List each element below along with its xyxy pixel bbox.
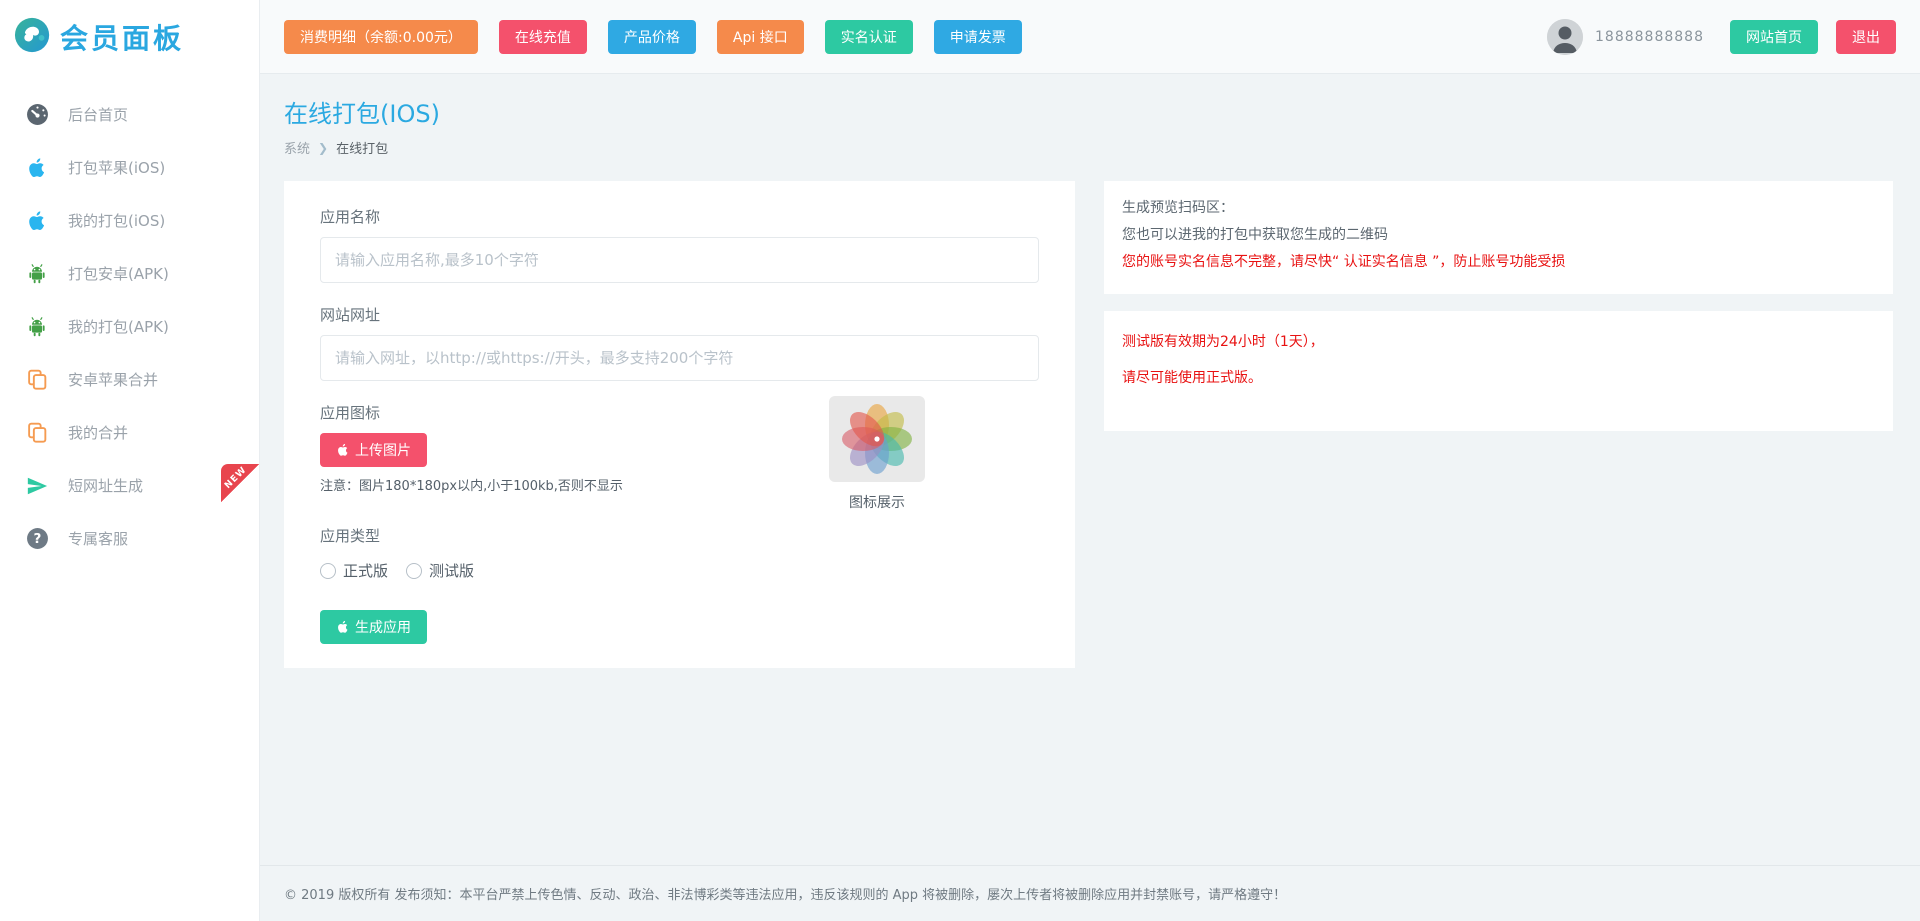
- app-icon-label: 应用图标: [320, 403, 1039, 423]
- brand-logo-icon: [14, 16, 52, 58]
- apple-icon: [24, 210, 50, 232]
- sidebar-item-my-packages-ios[interactable]: 我的打包(iOS): [0, 194, 259, 247]
- apple-icon: [336, 443, 350, 457]
- icon-preview-caption: 图标展示: [829, 492, 925, 512]
- app-type-label: 应用类型: [320, 526, 1039, 546]
- sidebar-item-support[interactable]: ? 专属客服: [0, 512, 259, 565]
- sidebar-item-merge[interactable]: 安卓苹果合并: [0, 353, 259, 406]
- sidebar-item-label: 短网址生成: [68, 475, 143, 496]
- user-phone: 18888888888: [1595, 29, 1704, 45]
- preview-panel: 生成预览扫码区： 您也可以进我的打包中获取您生成的二维码 您的账号实名信息不完整…: [1104, 181, 1893, 294]
- dashboard-icon: [24, 103, 50, 126]
- app-name-group: 应用名称: [320, 207, 1039, 283]
- sidebar-item-short-url[interactable]: 短网址生成 NEW: [0, 459, 259, 512]
- page-head: 在线打包(IOS) 系统 ❯ 在线打包: [260, 74, 1920, 157]
- notice-line2: 请尽可能使用正式版。: [1122, 367, 1875, 387]
- recharge-button[interactable]: 在线充值: [499, 20, 587, 54]
- sidebar-item-label: 专属客服: [68, 528, 128, 549]
- preview-line1: 生成预览扫码区：: [1122, 195, 1875, 222]
- app-type-options: 正式版 测试版: [320, 560, 1039, 581]
- upload-image-button[interactable]: 上传图片: [320, 433, 427, 467]
- apple-icon: [336, 620, 350, 634]
- breadcrumb-root[interactable]: 系统: [284, 138, 310, 157]
- right-column: 生成预览扫码区： 您也可以进我的打包中获取您生成的二维码 您的账号实名信息不完整…: [1104, 181, 1893, 668]
- user-area: 18888888888 网站首页 退出: [1547, 19, 1896, 55]
- package-form: 应用名称 网站网址 应用图标 上传图片 注意：图片180*180px以内,小于1…: [284, 181, 1075, 668]
- sidebar-item-package-ios[interactable]: 打包苹果(iOS): [0, 141, 259, 194]
- flower-preview-image: [829, 396, 925, 482]
- topbar: 消费明细（余额:0.00元） 在线充值 产品价格 Api 接口 实名认证 申请发…: [260, 0, 1920, 74]
- sidebar-item-label: 后台首页: [68, 104, 128, 125]
- panels: 应用名称 网站网址 应用图标 上传图片 注意：图片180*180px以内,小于1…: [284, 181, 1893, 668]
- breadcrumb: 系统 ❯ 在线打包: [284, 138, 1896, 157]
- consumption-detail-button[interactable]: 消费明细（余额:0.00元）: [284, 20, 478, 54]
- generate-app-button[interactable]: 生成应用: [320, 610, 427, 644]
- sidebar-item-package-apk[interactable]: 打包安卓(APK): [0, 247, 259, 300]
- sidebar-nav: 后台首页 打包苹果(iOS) 我的打包(iOS): [0, 74, 259, 565]
- content: 在线打包(IOS) 系统 ❯ 在线打包 应用名称 网站网址 应用图标: [260, 74, 1920, 921]
- sidebar-item-label: 打包苹果(iOS): [68, 157, 165, 178]
- app-icon-group: 应用图标 上传图片 注意：图片180*180px以内,小于100kb,否则不显示: [320, 403, 1039, 494]
- radio-circle-icon: [320, 563, 336, 579]
- sidebar-item-dashboard[interactable]: 后台首页: [0, 88, 259, 141]
- new-badge: NEW: [221, 464, 259, 502]
- site-url-group: 网站网址: [320, 305, 1039, 381]
- logout-button[interactable]: 退出: [1836, 20, 1896, 54]
- sidebar-item-label: 我的合并: [68, 422, 128, 443]
- app-name-input[interactable]: [320, 237, 1039, 283]
- sidebar-item-label: 我的打包(APK): [68, 316, 169, 337]
- sidebar-item-label: 安卓苹果合并: [68, 369, 158, 390]
- invoice-button[interactable]: 申请发票: [934, 20, 1022, 54]
- notice-line1: 测试版有效期为24小时（1天），: [1122, 331, 1875, 351]
- question-icon: ?: [24, 527, 50, 550]
- android-icon: [24, 316, 50, 338]
- merge-icon: [24, 421, 50, 444]
- product-price-button[interactable]: 产品价格: [608, 20, 696, 54]
- brand-title: 会员面板: [60, 17, 184, 57]
- site-url-input[interactable]: [320, 335, 1039, 381]
- sidebar-item-my-merges[interactable]: 我的合并: [0, 406, 259, 459]
- upload-note: 注意：图片180*180px以内,小于100kb,否则不显示: [320, 475, 1039, 494]
- radio-circle-icon: [406, 563, 422, 579]
- site-home-button[interactable]: 网站首页: [1730, 20, 1818, 54]
- svg-text:?: ?: [33, 531, 41, 547]
- apple-icon: [24, 157, 50, 179]
- preview-line2: 您也可以进我的打包中获取您生成的二维码: [1122, 222, 1875, 249]
- merge-icon: [24, 368, 50, 391]
- real-name-auth-button[interactable]: 实名认证: [825, 20, 913, 54]
- radio-release[interactable]: 正式版: [320, 560, 388, 581]
- avatar[interactable]: [1547, 19, 1583, 55]
- sidebar-item-label: 打包安卓(APK): [68, 263, 169, 284]
- icon-preview: 图标展示: [829, 396, 925, 512]
- footer-text: © 2019 版权所有 发布须知：本平台严禁上传色情、反动、政治、非法博彩类等违…: [284, 884, 1286, 903]
- radio-test[interactable]: 测试版: [406, 560, 474, 581]
- footer: © 2019 版权所有 发布须知：本平台严禁上传色情、反动、政治、非法博彩类等违…: [260, 865, 1920, 921]
- app-name-label: 应用名称: [320, 207, 1039, 227]
- sidebar-item-my-packages-apk[interactable]: 我的打包(APK): [0, 300, 259, 353]
- api-button[interactable]: Api 接口: [717, 20, 804, 54]
- breadcrumb-current: 在线打包: [336, 138, 388, 157]
- notice-panel: 测试版有效期为24小时（1天）， 请尽可能使用正式版。: [1104, 311, 1893, 431]
- sidebar: 会员面板 后台首页 打包苹果(iOS): [0, 0, 260, 921]
- realname-warning: 您的账号实名信息不完整，请尽快“ 认证实名信息 ”，防止账号功能受损: [1122, 249, 1875, 276]
- chevron-right-icon: ❯: [318, 141, 328, 155]
- android-icon: [24, 263, 50, 285]
- site-url-label: 网站网址: [320, 305, 1039, 325]
- page-title: 在线打包(IOS): [284, 94, 1896, 129]
- brand: 会员面板: [0, 0, 259, 74]
- sidebar-item-label: 我的打包(iOS): [68, 210, 165, 231]
- plane-icon: [24, 475, 50, 497]
